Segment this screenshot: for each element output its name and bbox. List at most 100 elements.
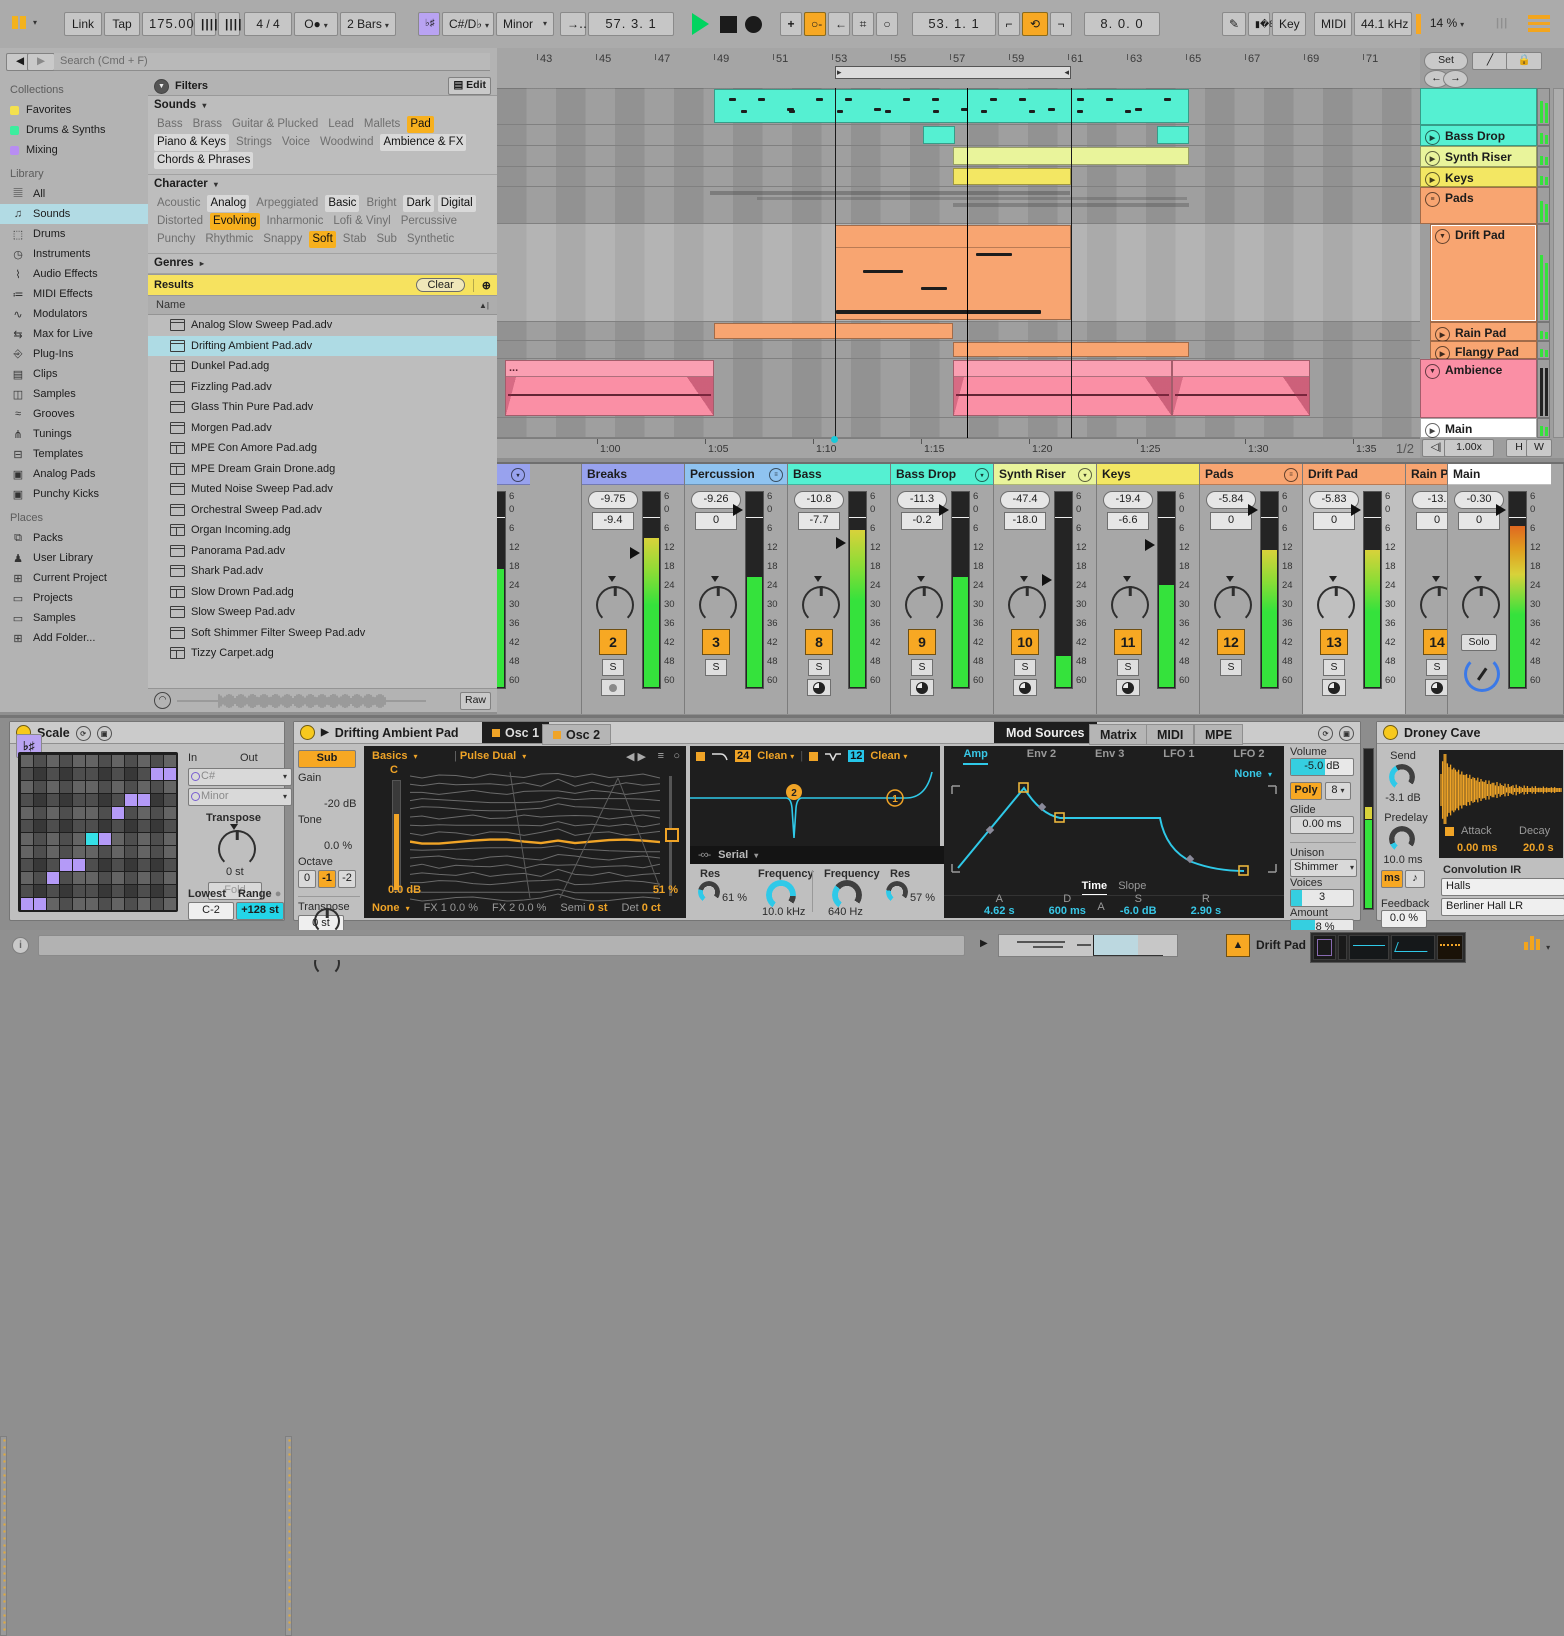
strip-group-menu-icon[interactable]: ≡ [1284, 468, 1298, 482]
scale-grid-cell[interactable] [21, 755, 33, 767]
scale-grid-cell[interactable] [112, 872, 124, 884]
time-signature-field[interactable]: 4 / 4 [244, 12, 292, 36]
sub-button[interactable]: Sub [298, 750, 356, 768]
stop-button[interactable] [720, 16, 737, 33]
solo-button[interactable]: S [602, 659, 624, 676]
monitor-icon[interactable] [910, 679, 934, 696]
wt-list-icon[interactable]: ≡ [658, 750, 664, 762]
tag-synthetic[interactable]: Synthetic [404, 231, 457, 248]
scale-grid-cell[interactable] [138, 846, 150, 858]
hot-swap-icon[interactable]: ⟳ [75, 726, 91, 741]
scale-grid-cell[interactable] [138, 885, 150, 897]
scale-grid-cell[interactable] [112, 794, 124, 806]
wt-save-icon[interactable]: ▣ [1339, 726, 1354, 741]
selection-frame-icon[interactable]: ⌗ [852, 12, 874, 36]
scale-grid-cell[interactable] [34, 755, 46, 767]
scale-grid-cell[interactable] [125, 859, 137, 871]
tag-inharmonic[interactable]: Inharmonic [264, 213, 327, 230]
monitor-icon[interactable] [807, 679, 831, 696]
scale-grid-cell[interactable] [125, 820, 137, 832]
scale-grid-cell[interactable] [151, 755, 163, 767]
scale-grid-cell[interactable] [99, 781, 111, 793]
scale-grid-cell[interactable] [60, 807, 72, 819]
res1-knob[interactable] [698, 881, 720, 903]
gain-display[interactable]: -13. [1412, 491, 1447, 509]
glide-value[interactable]: 0.00 ms [1290, 816, 1354, 834]
sidebar-item-clips[interactable]: ▤ Clips [0, 364, 148, 384]
set-button[interactable]: Set [1424, 52, 1468, 70]
list-item[interactable]: Organ Incoming.adg [148, 520, 497, 541]
scale-grid-cell[interactable] [138, 755, 150, 767]
tag-rhythmic[interactable]: Rhythmic [202, 231, 256, 248]
sidebar-item-instruments[interactable]: ◷ Instruments [0, 244, 148, 264]
scale-grid-cell[interactable] [138, 859, 150, 871]
scale-grid-cell[interactable] [60, 781, 72, 793]
filter2-slope-badge[interactable]: 12 [848, 750, 865, 762]
tag-bass[interactable]: Bass [154, 116, 186, 133]
sidebar-item-templates[interactable]: ⊟ Templates [0, 444, 148, 464]
scale-grid-cell[interactable] [112, 885, 124, 897]
scale-grid-cell[interactable] [60, 859, 72, 871]
computer-midi-keyboard-icon[interactable]: ▮�833;▯ [1248, 12, 1292, 36]
wavetable-on-toggle[interactable] [300, 725, 315, 740]
mixer-strip-bass-drop[interactable]: Bass Drop ▾ -11.3 -0.2 6 0 6 12 18 24 30 36 42 48 60 9 S [891, 464, 994, 714]
mixer-strip-bass[interactable]: Bass -10.8 -7.7 6 0 6 12 18 24 30 36 42 48 60 8 S [788, 464, 891, 714]
tag-mallets[interactable]: Mallets [361, 116, 403, 133]
sustain-value[interactable]: -6.0 dB [1120, 905, 1157, 917]
strip-fold-icon[interactable]: ▾ [511, 468, 525, 482]
scale-grid-cell[interactable] [99, 794, 111, 806]
volume-slider-handle[interactable] [939, 503, 955, 516]
loop-length-field[interactable]: 8. 0. 0 [1084, 12, 1160, 36]
predelay-knob[interactable] [1389, 826, 1415, 852]
scale-grid-cell[interactable] [34, 807, 46, 819]
gain-display[interactable]: -10.8 [794, 491, 844, 509]
monitor-icon[interactable] [601, 679, 625, 696]
scale-grid-cell[interactable] [21, 794, 33, 806]
scale-grid-cell[interactable] [47, 768, 59, 780]
gain-display[interactable]: -9.75 [588, 491, 638, 509]
filter2-type-icon[interactable] [824, 751, 842, 761]
scale-grid-cell[interactable] [34, 768, 46, 780]
solo-button[interactable]: S [911, 659, 933, 676]
octave-0-button[interactable]: 0 [298, 870, 316, 888]
clip-ambience[interactable] [1172, 360, 1310, 416]
res2-value[interactable]: 57 % [910, 892, 935, 904]
scale-name-menu[interactable]: Minor ▾ [496, 12, 554, 36]
scale-grid-cell[interactable] [151, 885, 163, 897]
scale-grid-cell[interactable] [112, 833, 124, 845]
pan-knob[interactable] [699, 586, 737, 624]
scale-grid-cell[interactable] [86, 768, 98, 780]
back-to-arrangement-icon[interactable]: ← [828, 12, 850, 36]
sidebar-item-add-folder-[interactable]: ⊞ Add Folder... [0, 628, 148, 648]
link-button[interactable]: Link [64, 12, 102, 36]
monitor-icon[interactable] [1116, 679, 1140, 696]
list-item[interactable]: Slow Sweep Pad.adv [148, 602, 497, 623]
track-lane-rain-pad[interactable] [497, 322, 1420, 341]
sidebar-item-audio-effects[interactable]: ⌇ Audio Effects [0, 264, 148, 284]
tag-sub[interactable]: Sub [373, 231, 399, 248]
scale-grid-cell[interactable] [34, 885, 46, 897]
scale-grid-cell[interactable] [151, 794, 163, 806]
track-number-badge[interactable]: 9 [908, 629, 936, 655]
scale-grid-cell[interactable] [112, 807, 124, 819]
scale-grid-cell[interactable] [86, 807, 98, 819]
wt-position-value[interactable]: 51 % [653, 884, 678, 896]
volume-slider-handle[interactable] [733, 503, 749, 516]
wt-position-slider[interactable] [665, 776, 679, 896]
volume-slider[interactable]: -5.0 dB [1290, 758, 1354, 776]
output-meter-icon[interactable]: ▾ [1524, 936, 1550, 953]
tag-bright[interactable]: Bright [363, 195, 399, 212]
scale-grid-cell[interactable] [34, 859, 46, 871]
fade-out-handle[interactable] [1283, 377, 1309, 415]
arrangement-view[interactable]: ▸ ◂ 43 45 47 49 51 53 55 57 59 61 63 65 67 69 71 ... 1… [497, 48, 1420, 458]
tab-matrix[interactable]: Matrix [1089, 724, 1148, 745]
fade-in-handle[interactable] [954, 377, 964, 415]
loop-start-field[interactable]: 53. 1. 1 [912, 12, 996, 36]
mixer-strip-drift-pad[interactable]: Drift Pad -5.83 0 6 0 6 12 18 24 30 36 42 48 60 13 S [1303, 464, 1406, 714]
scale-grid-cell[interactable] [34, 794, 46, 806]
monitor-icon[interactable] [1013, 679, 1037, 696]
arrangement-canvas[interactable]: ... [497, 88, 1420, 438]
scale-grid-cell[interactable] [138, 781, 150, 793]
scale-grid-cell[interactable] [164, 820, 176, 832]
filter-group-character[interactable]: Character ▾ [148, 175, 497, 191]
